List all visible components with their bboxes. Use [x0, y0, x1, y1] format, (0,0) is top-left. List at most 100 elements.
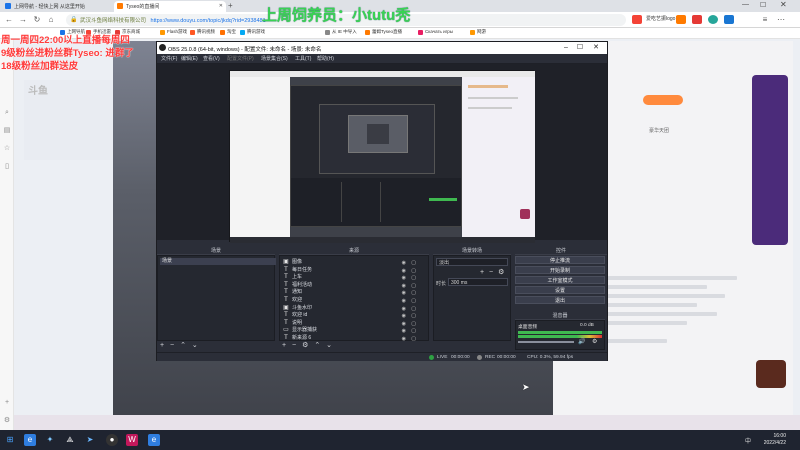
bookmark-item[interactable]: Flash游戏	[160, 29, 187, 38]
obs-title: OBS 25.0.8 (64-bit, windows) - 配置文件: 未命名…	[168, 47, 322, 53]
studio-mode-button[interactable]: 工作室模式	[515, 276, 605, 284]
minimize-icon[interactable]: –	[559, 43, 573, 53]
menu-icon[interactable]: ≡	[760, 15, 770, 25]
source-label: 新来源 6	[292, 335, 312, 341]
bookmark-item[interactable]: 腾讯游戏	[240, 29, 265, 38]
home-icon[interactable]: ⌂	[46, 15, 56, 25]
gear-icon[interactable]: ⚙	[592, 338, 597, 345]
bookmark-item[interactable]: Скачать игры	[418, 29, 453, 38]
mixer-meter	[518, 335, 602, 338]
exit-button[interactable]: 退出	[515, 296, 605, 304]
remove-icon[interactable]: −	[170, 342, 174, 349]
browser-taskbar-icon[interactable]: e	[24, 434, 36, 446]
minimize-icon[interactable]: —	[742, 1, 749, 8]
bookmark-item[interactable]: 蕾姆Tyseo直播	[365, 29, 402, 38]
douyu-logo: 斗鱼	[28, 86, 48, 97]
remove-icon[interactable]: −	[489, 269, 493, 276]
gear-icon[interactable]: ⚙	[302, 342, 308, 349]
menu-scene-collection[interactable]: 场景集合(S)	[261, 55, 288, 62]
reload-icon[interactable]: ↻	[32, 15, 42, 25]
activity-icon[interactable]	[756, 360, 786, 388]
bookmark-icon	[365, 30, 370, 35]
speaker-icon[interactable]: 🔊	[578, 338, 585, 345]
extension-icon[interactable]	[708, 15, 718, 24]
system-clock[interactable]: 16:00 2022/4/22	[764, 433, 786, 447]
star-icon[interactable]: ☆	[3, 145, 11, 153]
maximize-icon[interactable]: ☐	[760, 1, 766, 9]
video-icon[interactable]: ▤	[3, 127, 11, 135]
move-down-icon[interactable]: ⌄	[192, 342, 198, 349]
tab-navigation[interactable]: 上网导航 - 轻快上网 从这里开始	[2, 1, 112, 12]
source-label: 斗鱼水印	[292, 304, 313, 311]
transitions-dock: 淡出 + − ⚙ 时长 300 ms	[433, 255, 511, 341]
close-icon[interactable]: ✕	[589, 43, 603, 53]
app-icon[interactable]: W	[126, 434, 138, 446]
text-source-icon: T	[284, 266, 288, 273]
obs-menu-bar: 文件(F) 编辑(E) 查看(V) 配置文件(P) 场景集合(S) 工具(T) …	[157, 54, 607, 64]
bookmark-item[interactable]: 网游	[470, 29, 486, 38]
more-icon[interactable]: ⋯	[776, 15, 786, 25]
preview-nested-mixer	[429, 198, 457, 201]
extension-icon[interactable]	[676, 15, 686, 24]
obs-preview[interactable]	[229, 70, 535, 243]
scene-item[interactable]: 场景	[160, 258, 276, 265]
volume-slider[interactable]	[518, 341, 574, 343]
preview-nested-capture	[290, 85, 462, 227]
browser-taskbar-icon[interactable]: e	[148, 434, 160, 446]
menu-view[interactable]: 查看(V)	[203, 55, 220, 62]
bookmark-item[interactable]: 腾讯视频	[190, 29, 215, 38]
rec-label: REC	[485, 355, 496, 360]
extension-icon[interactable]	[632, 15, 642, 24]
site-owner: 武汉斗鱼网络科技有限公司	[80, 18, 147, 24]
windows-start-icon[interactable]: ⊞	[4, 434, 16, 446]
duration-input[interactable]: 300 ms	[448, 278, 508, 286]
gear-icon[interactable]: ⚙	[498, 269, 504, 276]
menu-profile[interactable]: 配置文件(P)	[227, 55, 254, 62]
bookmark-icon	[190, 30, 195, 35]
ime-indicator[interactable]: 中	[745, 436, 751, 445]
close-window-icon[interactable]: ✕	[780, 0, 787, 9]
source-item[interactable]: T 新来源 6 ◉ ▢	[280, 334, 420, 342]
tab-favicon-icon	[117, 3, 123, 9]
menu-tools[interactable]: 工具(T)	[295, 55, 311, 62]
eye-icon[interactable]: ◉	[402, 335, 406, 343]
add-icon[interactable]: +	[3, 399, 11, 407]
extension-icon[interactable]	[692, 15, 702, 24]
maximize-icon[interactable]: ☐	[573, 43, 587, 53]
settings-button[interactable]: 设置	[515, 286, 605, 294]
start-recording-button[interactable]: 开始录制	[515, 266, 605, 274]
menu-help[interactable]: 帮助(H)	[317, 55, 334, 62]
dock-scenes-title: 场景	[157, 247, 275, 255]
file-icon[interactable]: ▯	[3, 163, 11, 171]
add-icon[interactable]: +	[282, 342, 286, 349]
obs-taskbar-icon[interactable]: ●	[106, 434, 118, 446]
gift-sidebar[interactable]	[752, 75, 788, 245]
search-icon[interactable]: ⌕	[3, 109, 11, 117]
steam-icon[interactable]: ✦	[44, 434, 56, 446]
menu-edit[interactable]: 编辑(E)	[181, 55, 198, 62]
stop-stream-button[interactable]: 停止推流	[515, 256, 605, 264]
new-tab-button[interactable]: +	[228, 1, 233, 10]
forward-icon[interactable]: →	[18, 15, 28, 25]
extension-icon[interactable]	[724, 15, 734, 24]
move-down-icon[interactable]: ⌄	[326, 342, 332, 349]
live-time: 00:00:00	[451, 355, 470, 360]
add-icon[interactable]: +	[160, 342, 164, 349]
bookmark-item[interactable]: 从 IE 中导入	[325, 29, 357, 38]
close-icon[interactable]: ✕	[219, 3, 223, 9]
app-icon[interactable]: ➤	[84, 434, 96, 446]
side-text: 豪华天团	[649, 128, 670, 134]
tab-douyu[interactable]: Tyseo的直播间 ✕	[114, 1, 226, 12]
remove-icon[interactable]: −	[292, 342, 296, 349]
game-icon[interactable]: ⟁	[64, 434, 76, 446]
preview-taskbar	[230, 237, 535, 243]
add-icon[interactable]: +	[480, 269, 484, 276]
transition-select[interactable]: 淡出	[436, 258, 508, 266]
settings-icon[interactable]: ⚙	[3, 417, 11, 425]
back-icon[interactable]: ←	[4, 15, 14, 25]
lock-icon[interactable]: ▢	[411, 335, 416, 343]
menu-file[interactable]: 文件(F)	[161, 55, 177, 62]
move-up-icon[interactable]: ⌃	[314, 342, 320, 349]
bookmark-item[interactable]: 淘宝	[220, 29, 236, 38]
move-up-icon[interactable]: ⌃	[180, 342, 186, 349]
